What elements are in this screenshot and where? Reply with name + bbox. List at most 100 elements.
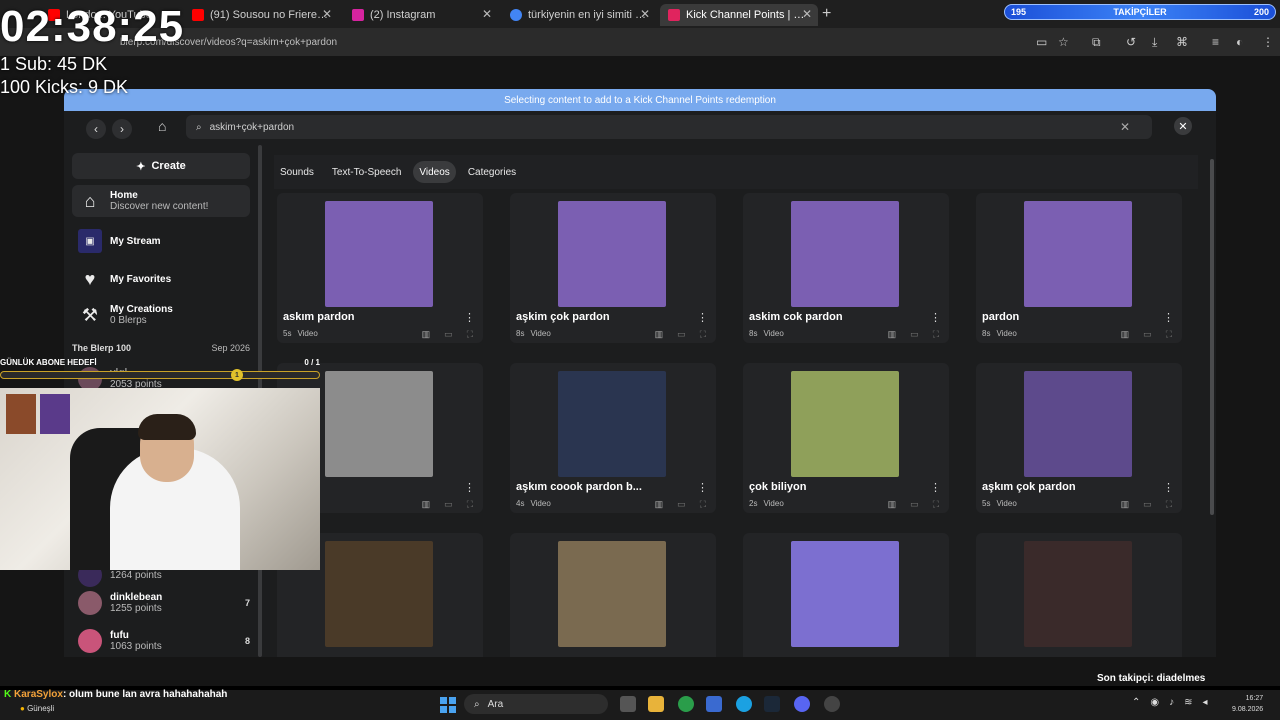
- add-icon[interactable]: ▭: [910, 329, 919, 340]
- tab-text-to-speech[interactable]: Text-To-Speech: [326, 161, 407, 183]
- close-modal-button[interactable]: ✕: [1174, 117, 1192, 135]
- file-explorer-icon[interactable]: [648, 696, 664, 712]
- add-icon[interactable]: ▭: [677, 329, 686, 340]
- video-card[interactable]: askim cok pardon ⋮ 8s Video ▥ ▭ ⛶: [743, 193, 949, 343]
- preview-icon[interactable]: ▥: [422, 499, 431, 510]
- steam-icon[interactable]: [764, 696, 780, 712]
- video-card[interactable]: aşkım coook pardon b... ⋮ 4s Video ▥ ▭ ⛶: [510, 363, 716, 513]
- close-tab-icon[interactable]: ✕: [482, 7, 492, 21]
- home-icon[interactable]: ⌂: [158, 118, 166, 134]
- preview-icon[interactable]: ▥: [655, 499, 664, 510]
- sidebar-icon[interactable]: ≡: [1212, 35, 1219, 49]
- add-icon[interactable]: ▭: [677, 499, 686, 510]
- new-tab-icon[interactable]: +: [822, 5, 831, 23]
- video-thumbnail[interactable]: [791, 371, 899, 477]
- fullscreen-icon[interactable]: ⛶: [700, 329, 706, 340]
- fullscreen-icon[interactable]: ⛶: [933, 329, 939, 340]
- video-title[interactable]: çok biliyon: [749, 481, 806, 493]
- sidebar-item-my-creations[interactable]: ⚒ My Creations 0 Blerps: [72, 299, 250, 331]
- bookmark-star-icon[interactable]: ☆: [1058, 35, 1069, 49]
- microphone-icon[interactable]: ♪: [1169, 697, 1174, 708]
- video-thumbnail[interactable]: [325, 201, 433, 307]
- add-icon[interactable]: ▭: [444, 329, 453, 340]
- video-card[interactable]: aşkım çok pardon ⋮ 5s Video ▥ ▭ ⛶: [976, 363, 1182, 513]
- add-icon[interactable]: ▭: [910, 499, 919, 510]
- preview-icon[interactable]: ▥: [422, 329, 431, 340]
- video-card[interactable]: pardon ⋮ 8s Video ▥ ▭ ⛶: [976, 193, 1182, 343]
- translate-icon[interactable]: ⌘: [1176, 35, 1188, 49]
- network-icon[interactable]: ◉: [1150, 697, 1159, 708]
- tab-videos[interactable]: Videos: [413, 161, 456, 183]
- back-button[interactable]: ‹: [86, 119, 106, 139]
- leaderboard-row[interactable]: dinklebean 1255 points 7: [78, 591, 250, 615]
- video-card[interactable]: askım pardon ⋮ 5s Video ▥ ▭ ⛶: [277, 193, 483, 343]
- tab-google[interactable]: türkiyenin en iyi simiti - Google ✕: [502, 4, 656, 26]
- video-card[interactable]: çok biliyon ⋮ 2s Video ▥ ▭ ⛶: [743, 363, 949, 513]
- preview-icon[interactable]: ▥: [888, 329, 897, 340]
- video-title[interactable]: aşkım coook pardon b...: [516, 481, 642, 493]
- close-tab-icon[interactable]: ✕: [322, 7, 332, 21]
- sidebar-item-home[interactable]: ⌂ Home Discover new content!: [72, 185, 250, 217]
- video-thumbnail[interactable]: [558, 541, 666, 647]
- content-scrollbar[interactable]: [1210, 159, 1214, 515]
- tab-instagram[interactable]: (2) Instagram ✕: [344, 4, 498, 26]
- video-thumbnail[interactable]: [1024, 541, 1132, 647]
- more-options-icon[interactable]: ⋮: [1163, 311, 1174, 324]
- create-button[interactable]: ✦ Create: [72, 153, 250, 179]
- preview-icon[interactable]: ▥: [1121, 329, 1130, 340]
- cast-icon[interactable]: ▭: [1036, 35, 1047, 49]
- fullscreen-icon[interactable]: ⛶: [467, 329, 473, 340]
- preview-icon[interactable]: ▥: [655, 329, 664, 340]
- chevron-up-icon[interactable]: ⌃: [1132, 697, 1140, 708]
- tab-categories[interactable]: Categories: [462, 161, 522, 183]
- tab-frieren[interactable]: (91) Sousou no Frieren - Time F ✕: [184, 4, 338, 26]
- video-thumbnail[interactable]: [791, 541, 899, 647]
- more-options-icon[interactable]: ⋮: [464, 311, 475, 324]
- video-title[interactable]: pardon: [982, 311, 1019, 323]
- leaderboard-row[interactable]: fufu 1063 points 8: [78, 629, 250, 653]
- video-title[interactable]: askim cok pardon: [749, 311, 843, 323]
- fullscreen-icon[interactable]: ⛶: [1166, 499, 1172, 510]
- menu-icon[interactable]: ⋮: [1262, 35, 1274, 49]
- download-icon[interactable]: ⤓: [1152, 35, 1157, 50]
- weather-widget[interactable]: ● Güneşli: [20, 704, 54, 713]
- video-card[interactable]: [743, 533, 949, 657]
- volume-icon[interactable]: ◂: [1203, 697, 1208, 708]
- fullscreen-icon[interactable]: ⛶: [467, 499, 473, 510]
- video-thumbnail[interactable]: [558, 371, 666, 477]
- clear-search-icon[interactable]: ✕: [1120, 120, 1130, 134]
- task-view-icon[interactable]: [620, 696, 636, 712]
- close-tab-icon[interactable]: ✕: [802, 7, 812, 21]
- video-thumbnail[interactable]: [791, 201, 899, 307]
- store-icon[interactable]: [706, 696, 722, 712]
- video-title[interactable]: aşkım çok pardon: [982, 481, 1076, 493]
- video-title[interactable]: askım pardon: [283, 311, 355, 323]
- fullscreen-icon[interactable]: ⛶: [933, 499, 939, 510]
- taskbar-search[interactable]: ⌕ Ara: [464, 694, 608, 714]
- video-card[interactable]: [976, 533, 1182, 657]
- chrome-icon[interactable]: [678, 696, 694, 712]
- search-input[interactable]: ⌕ askim+çok+pardon: [186, 115, 1152, 139]
- edge-icon[interactable]: [736, 696, 752, 712]
- tab-blerp[interactable]: Kick Channel Points | Blerp ✕: [660, 4, 818, 26]
- more-options-icon[interactable]: ⋮: [930, 481, 941, 494]
- add-icon[interactable]: ▭: [1143, 499, 1152, 510]
- more-options-icon[interactable]: ⋮: [464, 481, 475, 494]
- preview-icon[interactable]: ▥: [1121, 499, 1130, 510]
- discord-icon[interactable]: [794, 696, 810, 712]
- add-icon[interactable]: ▭: [444, 499, 453, 510]
- more-options-icon[interactable]: ⋮: [1163, 481, 1174, 494]
- forward-button[interactable]: ›: [112, 119, 132, 139]
- more-options-icon[interactable]: ⋮: [930, 311, 941, 324]
- sidebar-item-my-stream[interactable]: ▣ My Stream: [72, 225, 250, 257]
- video-card[interactable]: aşkim çok pardon ⋮ 8s Video ▥ ▭ ⛶: [510, 193, 716, 343]
- video-thumbnail[interactable]: [558, 201, 666, 307]
- system-clock[interactable]: 16:27 9.08.2026: [1232, 693, 1263, 715]
- fullscreen-icon[interactable]: ⛶: [700, 499, 706, 510]
- history-icon[interactable]: ↺: [1126, 35, 1136, 49]
- add-icon[interactable]: ▭: [1143, 329, 1152, 340]
- profile-icon[interactable]: ◐: [1236, 35, 1243, 49]
- video-card[interactable]: [510, 533, 716, 657]
- obs-icon[interactable]: [824, 696, 840, 712]
- video-title[interactable]: aşkim çok pardon: [516, 311, 610, 323]
